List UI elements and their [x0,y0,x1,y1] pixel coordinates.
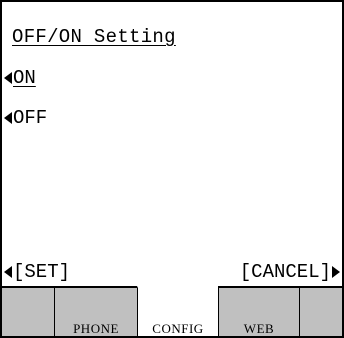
option-off[interactable]: OFF [4,106,47,130]
triangle-left-icon [4,266,12,278]
triangle-left-icon [4,112,12,124]
cancel-softkey-label: [CANCEL] [239,261,331,283]
tab-blank-left[interactable] [0,286,54,338]
lcd-screen: OFF/ON Setting ON OFF [SET] [CANCEL] [0,0,344,288]
tab-config-label: CONFIG [152,321,204,336]
tab-blank-right[interactable] [299,286,344,338]
tab-web-label: WEB [243,321,275,336]
tab-phone-label: PHONE [73,321,119,336]
tab-config[interactable]: CONFIG [137,286,218,338]
cancel-softkey[interactable]: [CANCEL] [240,260,340,284]
tab-bar: PHONE CONFIG WEB [0,286,344,338]
option-on[interactable]: ON [4,66,36,90]
tab-phone[interactable]: PHONE [54,286,137,338]
triangle-left-icon [4,72,12,84]
option-off-label: OFF [13,107,48,129]
set-softkey-label: [SET] [13,261,71,283]
set-softkey[interactable]: [SET] [4,260,70,284]
option-on-label: ON [13,67,36,89]
screen-title: OFF/ON Setting [12,26,176,48]
tab-web[interactable]: WEB [218,286,299,338]
triangle-right-icon [332,266,340,278]
